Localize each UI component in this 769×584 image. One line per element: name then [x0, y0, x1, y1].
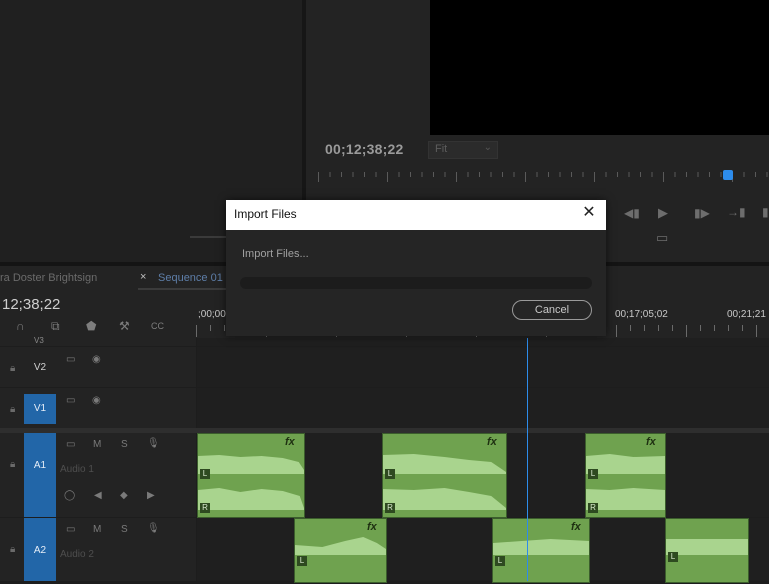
fx-badge[interactable]: fx	[571, 521, 581, 533]
dialog-message: Import Files...	[242, 248, 309, 260]
track-label-audio-2[interactable]: Audio 2	[60, 549, 94, 560]
microphone-icon[interactable]: 🎙︎	[147, 523, 160, 534]
film-icon[interactable]: ▭	[66, 524, 75, 535]
film-icon[interactable]: ▭	[66, 395, 75, 406]
track-header-v2: 🔒︎ V2 ▭ ◉	[0, 347, 196, 387]
audio-clip[interactable]: fx L R	[197, 433, 305, 518]
zoom-fit-select[interactable]: Fit ⌄	[428, 141, 498, 159]
mute-toggle[interactable]: M	[93, 439, 101, 450]
lock-icon[interactable]: 🔒︎	[10, 544, 15, 555]
audio-clip[interactable]: L	[665, 518, 749, 583]
mute-toggle[interactable]: M	[93, 524, 101, 535]
tab-sequence-01[interactable]: Sequence 01	[158, 272, 223, 284]
fx-badge[interactable]: fx	[646, 436, 656, 448]
insert-icon[interactable]: ▮	[762, 205, 769, 219]
track-name-a1[interactable]: A1	[24, 433, 56, 517]
track-name-v1[interactable]: V1	[24, 394, 56, 424]
program-timecode[interactable]: 00;12;38;22	[325, 141, 403, 157]
keyframe-menu-icon[interactable]: ◯	[64, 490, 75, 501]
waveform	[198, 488, 304, 510]
keyframe-next-icon[interactable]: ▶	[147, 490, 155, 501]
wrench-settings-icon[interactable]: ⚒	[119, 319, 130, 333]
ruler-label-mid: 00;17;05;02	[615, 309, 668, 320]
add-marker-icon[interactable]: ⬟	[86, 319, 96, 333]
fit-select-value: Fit	[435, 143, 448, 155]
track-name-a2[interactable]: A2	[24, 518, 56, 581]
channel-right-badge: R	[588, 503, 598, 513]
lock-icon[interactable]: 🔒︎	[10, 363, 15, 374]
lock-icon[interactable]: 🔒︎	[10, 404, 15, 415]
track-label-audio-1[interactable]: Audio 1	[60, 464, 94, 475]
track-body-v2[interactable]	[197, 347, 769, 387]
track-body-v3[interactable]	[197, 338, 769, 346]
audio-clip[interactable]: fx L R	[585, 433, 666, 518]
keyframe-prev-icon[interactable]: ◀	[94, 490, 102, 501]
program-video-frame	[430, 0, 769, 135]
chevron-down-icon: ⌄	[483, 142, 492, 153]
step-forward-icon[interactable]: ▮▶	[694, 206, 710, 220]
go-to-out-icon[interactable]: →▮	[727, 205, 746, 219]
fx-badge[interactable]: fx	[487, 436, 497, 448]
tab-close-icon[interactable]: ×	[140, 271, 146, 283]
snap-magnet-icon[interactable]: ∩	[16, 319, 25, 333]
channel-right-badge: R	[385, 503, 395, 513]
timeline-timecode[interactable]: 12;38;22	[2, 296, 60, 313]
play-icon[interactable]: ▶	[658, 205, 668, 221]
linked-selection-icon[interactable]: ⧉	[51, 319, 60, 334]
eye-icon[interactable]: ◉	[92, 395, 101, 406]
film-icon[interactable]: ▭	[66, 439, 75, 450]
dialog-title: Import Files	[234, 207, 297, 221]
track-header-a2: 🔒︎ A2 ▭ M S 🎙︎ Audio 2	[0, 518, 196, 581]
timeline-playhead[interactable]	[527, 338, 528, 581]
channel-left-badge: L	[297, 556, 307, 566]
ruler-label-start: ;00;00	[198, 309, 226, 320]
import-progress-bar	[240, 277, 592, 289]
track-header-v3: V3	[0, 336, 196, 346]
waveform	[295, 537, 386, 555]
channel-left-badge: L	[200, 469, 210, 479]
step-back-icon[interactable]: ◀▮	[624, 206, 640, 220]
track-name-v3: V3	[34, 336, 44, 345]
dialog-title-bar[interactable]: Import Files ✕	[226, 200, 606, 230]
waveform	[383, 488, 506, 510]
tab-previous-sequence[interactable]: ra Doster Brightsign	[0, 272, 97, 284]
waveform	[383, 454, 506, 474]
lock-icon[interactable]: 🔒︎	[10, 459, 15, 470]
waveform	[666, 539, 748, 555]
solo-toggle[interactable]: S	[121, 524, 128, 535]
program-playhead-marker[interactable]	[723, 170, 734, 180]
ruler-label-end: 00;21;21	[727, 309, 766, 320]
solo-toggle[interactable]: S	[121, 439, 128, 450]
keyframe-add-icon[interactable]: ◆	[120, 490, 128, 501]
channel-left-badge: L	[588, 469, 598, 479]
channel-right-badge: R	[200, 503, 210, 513]
audio-clip[interactable]: fx L R	[382, 433, 507, 518]
close-icon[interactable]: ✕	[580, 204, 598, 222]
channel-left-badge: L	[385, 469, 395, 479]
audio-clip[interactable]: fx L	[294, 518, 387, 583]
waveform	[493, 539, 589, 555]
export-frame-icon[interactable]: ▭	[656, 230, 668, 246]
waveform	[198, 455, 304, 474]
channel-left-badge: L	[668, 552, 678, 562]
eye-icon[interactable]: ◉	[92, 354, 101, 365]
fx-badge[interactable]: fx	[285, 436, 295, 448]
captions-icon[interactable]: CC	[151, 321, 164, 331]
track-header-v1: 🔒︎ V1 ▭ ◉	[0, 388, 196, 428]
track-body-v1[interactable]	[197, 388, 769, 428]
fx-badge[interactable]: fx	[367, 521, 377, 533]
track-name-v2[interactable]: V2	[24, 353, 56, 383]
program-time-ruler[interactable]	[318, 170, 769, 184]
audio-clip[interactable]: fx L	[492, 518, 590, 583]
film-icon[interactable]: ▭	[66, 354, 75, 365]
cancel-button[interactable]: Cancel	[512, 300, 592, 320]
import-files-dialog: Import Files ✕ Import Files... Cancel	[226, 200, 606, 336]
track-header-a1: 🔒︎ A1 ▭ M S 🎙︎ Audio 1 ◯ ◀ ◆ ▶	[0, 433, 196, 517]
microphone-icon[interactable]: 🎙︎	[147, 438, 160, 449]
channel-left-badge: L	[495, 556, 505, 566]
